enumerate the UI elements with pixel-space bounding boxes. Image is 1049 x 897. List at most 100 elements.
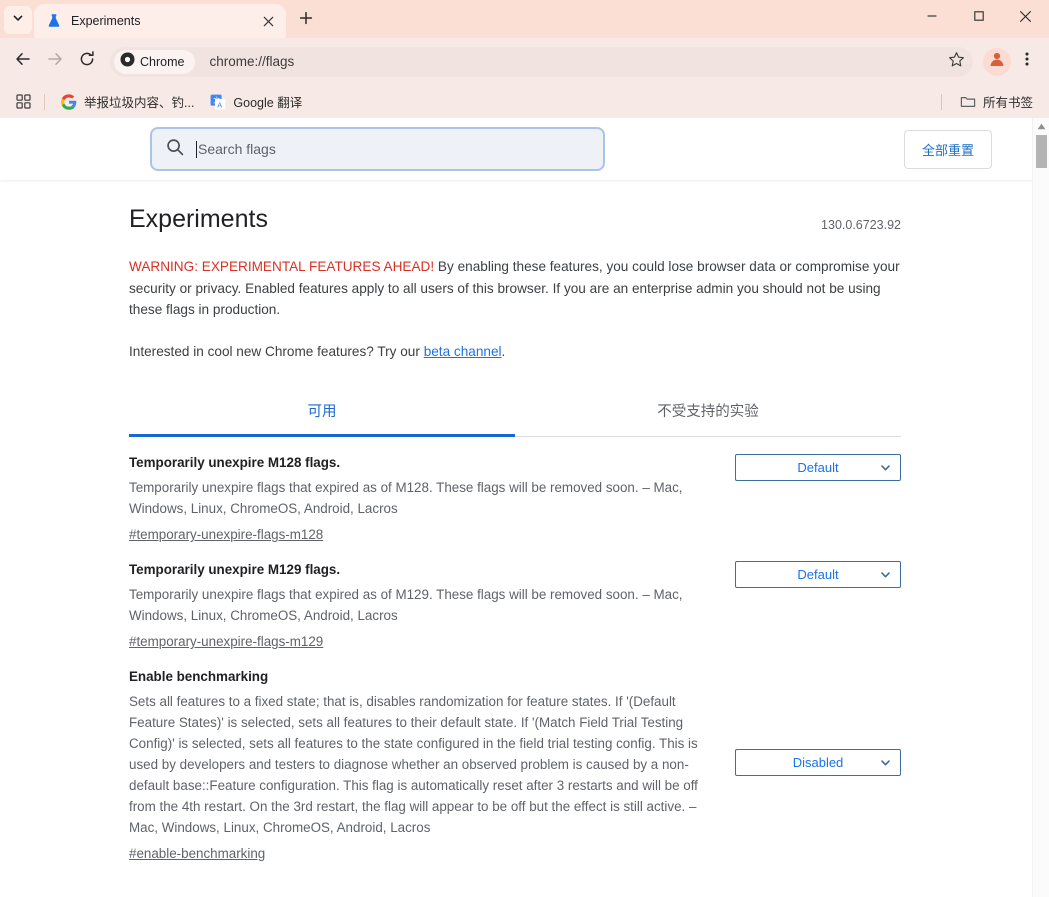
all-bookmarks-label: 所有书签 <box>982 96 1033 110</box>
chrome-version-label: 130.0.6723.92 <box>821 218 901 232</box>
apps-grid-icon[interactable] <box>10 90 36 114</box>
search-placeholder: Search flags <box>198 141 276 157</box>
tab-unsupported[interactable]: 不受支持的实验 <box>515 388 901 437</box>
flags-search-header: Search flags 全部重置 <box>0 118 1049 180</box>
star-icon <box>948 51 965 73</box>
page-viewport: Search flags 全部重置 Experiments 130.0.6723… <box>0 118 1049 897</box>
warning-paragraph: WARNING: EXPERIMENTAL FEATURES AHEAD! By… <box>129 256 901 321</box>
beta-channel-link[interactable]: beta channel <box>424 344 502 359</box>
flag-title: Temporarily unexpire M129 flags. <box>129 562 341 577</box>
omnibox-chrome-chip[interactable]: Chrome <box>114 49 196 74</box>
beta-suffix-text: . <box>501 343 506 359</box>
bookmark-item-label: Google 翻译 <box>233 96 303 110</box>
forward-button[interactable] <box>40 47 70 77</box>
three-dot-menu-icon <box>1019 50 1035 73</box>
folder-icon <box>960 94 976 110</box>
scroll-up-arrow-icon[interactable] <box>1033 118 1049 135</box>
flag-text-block: Temporarily unexpire M128 flags. Tempora… <box>129 454 735 544</box>
page-title: Experiments <box>129 205 268 233</box>
flag-description: Temporarily unexpire flags that expired … <box>129 587 683 623</box>
plus-icon <box>299 11 313 30</box>
browser-title-bar: Experiments <box>0 0 1049 38</box>
flask-icon <box>46 13 62 29</box>
flag-state-value: Default <box>797 567 839 582</box>
reload-button[interactable] <box>72 47 102 77</box>
flag-description: Sets all features to a fixed state; that… <box>129 694 698 835</box>
bookmark-item-0[interactable]: 举报垃圾内容、钓... <box>53 89 202 114</box>
chevron-down-icon <box>880 569 891 580</box>
svg-text:A: A <box>218 100 223 109</box>
all-bookmarks-button[interactable]: 所有书签 <box>952 89 1041 114</box>
chevron-down-icon <box>880 757 891 768</box>
new-tab-button[interactable] <box>292 6 320 34</box>
window-controls <box>908 0 1049 32</box>
flag-permalink[interactable]: #temporary-unexpire-flags-m129 <box>129 632 323 651</box>
flag-title: Temporarily unexpire M128 flags. <box>129 455 341 470</box>
address-bar[interactable]: Chrome chrome://flags <box>110 46 973 77</box>
bookmarks-divider <box>44 93 45 110</box>
google-translate-icon: 文 A <box>210 94 226 110</box>
text-caret <box>196 140 197 158</box>
flag-text-block: Temporarily unexpire M129 flags. Tempora… <box>129 561 735 651</box>
bookmarks-right-divider <box>940 93 942 110</box>
bookmark-star-button[interactable] <box>941 47 971 77</box>
arrow-back-icon <box>14 50 32 73</box>
flag-row: Enable benchmarking Sets all features to… <box>129 651 901 863</box>
bookmarks-bar-right: 所有书签 <box>940 89 1041 114</box>
flag-state-select[interactable]: Default <box>735 454 901 481</box>
browser-toolbar: Chrome chrome://flags <box>0 38 1049 85</box>
reset-all-button[interactable]: 全部重置 <box>903 129 992 169</box>
flags-tabstrip: 可用 不受支持的实验 <box>129 388 901 437</box>
flag-control: Disabled <box>735 668 901 776</box>
flag-control: Default <box>735 561 901 588</box>
beta-channel-paragraph: Interested in cool new Chrome features? … <box>129 341 901 363</box>
reload-icon <box>78 50 96 73</box>
tab-search-button[interactable] <box>4 6 32 34</box>
flag-permalink[interactable]: #temporary-unexpire-flags-m128 <box>129 525 323 544</box>
flag-title: Enable benchmarking <box>129 669 269 684</box>
flag-state-value: Default <box>797 460 839 475</box>
profile-avatar-icon <box>988 50 1006 73</box>
flags-content-inner: Experiments 130.0.6723.92 WARNING: EXPER… <box>129 180 901 863</box>
flag-row: Temporarily unexpire M128 flags. Tempora… <box>129 437 901 544</box>
bookmarks-bar: 举报垃圾内容、钓... 文 A Google 翻译 所有书签 <box>0 85 1049 118</box>
flag-state-select[interactable]: Default <box>735 561 901 588</box>
arrow-forward-icon <box>46 50 64 73</box>
flags-list: Temporarily unexpire M128 flags. Tempora… <box>129 437 901 863</box>
google-g-icon <box>61 93 77 110</box>
vertical-scrollbar[interactable] <box>1032 118 1049 897</box>
flags-content: Experiments 130.0.6723.92 WARNING: EXPER… <box>0 180 1049 863</box>
search-flags-field[interactable]: Search flags <box>150 127 605 171</box>
flag-state-value: Disabled <box>792 755 844 770</box>
flag-text-block: Enable benchmarking Sets all features to… <box>129 668 735 863</box>
bookmark-item-1[interactable]: 文 A Google 翻译 <box>202 89 310 114</box>
tab-title: Experiments <box>71 14 141 28</box>
flag-control: Default <box>735 454 901 481</box>
tab-available[interactable]: 可用 <box>129 388 515 437</box>
flag-row: Temporarily unexpire M129 flags. Tempora… <box>129 544 901 651</box>
omnibox-actions <box>941 47 971 77</box>
close-window-button[interactable] <box>1002 0 1049 32</box>
back-button[interactable] <box>8 47 38 77</box>
experiments-title-row: Experiments 130.0.6723.92 <box>129 204 901 234</box>
profile-avatar[interactable] <box>983 47 1011 76</box>
bookmark-item-label: 举报垃圾内容、钓... <box>84 96 195 110</box>
chevron-down-icon <box>880 462 891 473</box>
close-icon[interactable] <box>258 11 278 31</box>
search-input[interactable]: Search flags <box>196 140 589 158</box>
flag-description: Temporarily unexpire flags that expired … <box>129 480 683 516</box>
beta-prefix-text: Interested in cool new Chrome features? … <box>129 343 424 359</box>
chevron-down-icon <box>12 11 24 29</box>
browser-tab-experiments[interactable]: Experiments <box>34 4 286 38</box>
warning-strong-text: WARNING: EXPERIMENTAL FEATURES AHEAD! <box>129 259 435 274</box>
minimize-button[interactable] <box>908 0 955 32</box>
omnibox-url-text: chrome://flags <box>209 54 295 69</box>
scrollbar-thumb[interactable] <box>1036 135 1047 168</box>
browser-menu-button[interactable] <box>1013 47 1041 77</box>
flag-state-select[interactable]: Disabled <box>735 749 901 776</box>
maximize-button[interactable] <box>955 0 1002 32</box>
omnibox-chip-label: Chrome <box>140 54 185 69</box>
chrome-logo-icon <box>120 51 135 72</box>
search-icon <box>166 138 184 161</box>
flag-permalink[interactable]: #enable-benchmarking <box>129 844 265 863</box>
